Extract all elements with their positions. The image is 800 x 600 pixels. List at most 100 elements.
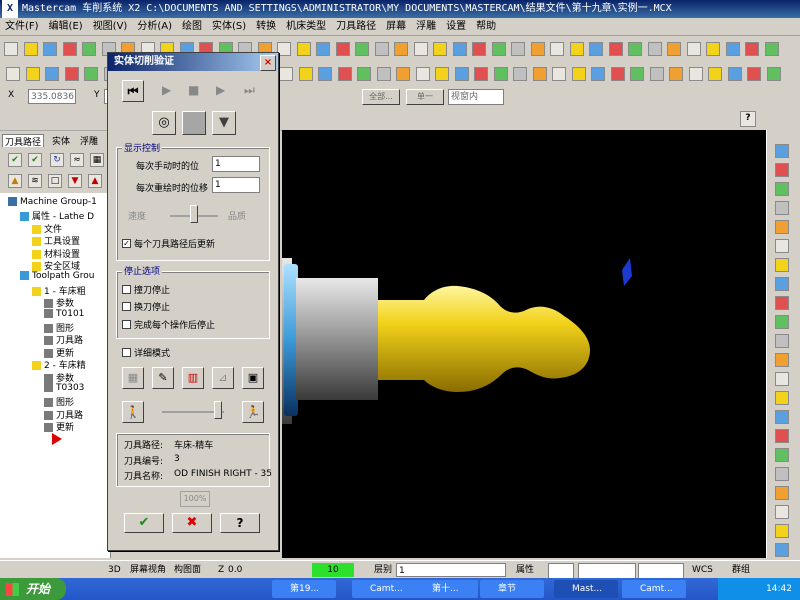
regenerate-icon[interactable]: ↻ xyxy=(50,153,64,167)
toolbar-main-19-icon[interactable] xyxy=(374,42,389,56)
right-toolbar-14-icon[interactable] xyxy=(775,410,789,424)
cancel-button[interactable]: ✖ xyxy=(172,513,212,533)
menu-item-1[interactable]: 编辑(E) xyxy=(44,18,88,35)
toolbar-main-23-icon[interactable] xyxy=(452,42,467,56)
toolbar-sketch-20-icon[interactable] xyxy=(396,67,410,81)
status-3d-button[interactable]: 3D xyxy=(108,563,121,577)
toolbar-sketch-26-icon[interactable] xyxy=(513,67,527,81)
stop-icon[interactable]: ■ xyxy=(188,83,199,97)
toolbar-sketch-2-icon[interactable] xyxy=(45,67,59,81)
toolbar-main-29-icon[interactable] xyxy=(569,42,584,56)
right-toolbar-2-icon[interactable] xyxy=(775,182,789,196)
toolbar-sketch-19-icon[interactable] xyxy=(376,67,391,81)
fast-run-icon[interactable]: 🏃 xyxy=(242,401,264,423)
status-construct-plane[interactable]: 构图面 xyxy=(174,563,201,577)
toolbar-main-15-icon[interactable] xyxy=(296,42,311,56)
menu-item-4[interactable]: 绘图 xyxy=(177,18,207,35)
menu-item-8[interactable]: 刀具路径 xyxy=(331,18,381,35)
toolbar-main-35-icon[interactable] xyxy=(686,42,701,56)
tree-item[interactable]: 刀具路 xyxy=(44,333,83,346)
toolbar-main-38-icon[interactable] xyxy=(745,42,759,56)
taskbar-task[interactable]: Mast... xyxy=(554,580,618,598)
taskbar-task[interactable]: Camt... xyxy=(622,580,686,598)
status-layer-value[interactable]: 1 xyxy=(396,563,506,577)
chart-icon[interactable]: ▥ xyxy=(182,367,204,389)
menu-item-10[interactable]: 浮雕 xyxy=(411,18,441,35)
toolbar-main-20-icon[interactable] xyxy=(394,42,408,56)
right-toolbar-10-icon[interactable] xyxy=(775,334,789,348)
toolbar-main-30-icon[interactable] xyxy=(589,42,603,56)
speed-slider-thumb[interactable] xyxy=(214,401,222,419)
status-color-value[interactable]: 10 xyxy=(312,563,354,577)
toolbar-main-0-icon[interactable] xyxy=(4,42,18,56)
taskbar-task[interactable]: 第十... xyxy=(414,580,478,598)
tree-item[interactable]: T0101 xyxy=(44,308,84,319)
toolbar-sketch-33-icon[interactable] xyxy=(649,67,664,81)
toolbar-main-1-icon[interactable] xyxy=(23,42,38,56)
toolbar-sketch-35-icon[interactable] xyxy=(688,67,703,81)
toolbar-sketch-4-icon[interactable] xyxy=(84,67,98,81)
tool-display-icon[interactable]: ◎ xyxy=(152,111,176,135)
help-icon[interactable]: ? xyxy=(740,111,756,127)
speed-quality-slider-thumb[interactable] xyxy=(190,205,198,223)
toolbar-main-32-icon[interactable] xyxy=(628,42,642,56)
toolbar-sketch-17-icon[interactable] xyxy=(337,67,352,81)
right-toolbar-16-icon[interactable] xyxy=(775,448,789,462)
select-single-button[interactable]: 单一 xyxy=(406,89,444,105)
select-all-ops-icon[interactable]: ✔ xyxy=(8,153,22,167)
holder-display-icon[interactable]: ▼ xyxy=(212,111,236,135)
toolbar-main-34-icon[interactable] xyxy=(667,42,681,56)
help-button[interactable]: ? xyxy=(220,513,260,533)
toolbar-sketch-32-icon[interactable] xyxy=(630,67,644,81)
toolbar-main-3-icon[interactable] xyxy=(62,42,77,56)
verify-icon[interactable]: ▦ xyxy=(90,153,104,167)
menu-item-3[interactable]: 分析(A) xyxy=(132,18,177,35)
toolbar-sketch-24-icon[interactable] xyxy=(474,67,488,81)
menu-item-0[interactable]: 文件(F) xyxy=(0,18,44,35)
toolbar-sketch-37-icon[interactable] xyxy=(727,67,742,81)
menu-item-12[interactable]: 帮助 xyxy=(471,18,501,35)
stop-collision-checkbox[interactable] xyxy=(122,285,131,294)
right-toolbar-8-icon[interactable] xyxy=(775,296,789,310)
toolbar-sketch-34-icon[interactable] xyxy=(669,67,683,81)
menu-item-7[interactable]: 机床类型 xyxy=(281,18,331,35)
toolbar-main-28-icon[interactable] xyxy=(550,42,564,56)
tree-item[interactable]: 刀具路 xyxy=(44,408,83,421)
toolbar-sketch-28-icon[interactable] xyxy=(552,67,566,81)
backplot-icon[interactable]: ≈ xyxy=(70,153,84,167)
measure-icon[interactable]: ✎ xyxy=(152,367,174,389)
taskbar-task[interactable]: Camt... xyxy=(352,580,416,598)
toolbar-sketch-1-icon[interactable] xyxy=(25,67,40,81)
tree-item[interactable]: Machine Group-1 xyxy=(8,197,97,207)
tree-item[interactable]: 图形 xyxy=(44,321,74,334)
toolbar-main-36-icon[interactable] xyxy=(706,42,720,56)
step-icon[interactable]: ▶ xyxy=(216,83,225,97)
toolbar-main-21-icon[interactable] xyxy=(413,42,428,56)
right-toolbar-13-icon[interactable] xyxy=(775,391,789,405)
right-toolbar-17-icon[interactable] xyxy=(775,467,789,481)
menu-item-9[interactable]: 屏幕 xyxy=(381,18,411,35)
line-width-select[interactable] xyxy=(638,563,684,579)
ok-button[interactable]: ✔ xyxy=(124,513,164,533)
toolbar-sketch-16-icon[interactable] xyxy=(318,67,332,81)
toolbar-sketch-22-icon[interactable] xyxy=(435,67,449,81)
status-group[interactable]: 群组 xyxy=(732,563,750,577)
toolbar-main-18-icon[interactable] xyxy=(355,42,369,56)
right-toolbar-12-icon[interactable] xyxy=(775,372,789,386)
toolbar-sketch-23-icon[interactable] xyxy=(454,67,469,81)
toolbar-main-33-icon[interactable] xyxy=(647,42,662,56)
fast-forward-icon[interactable]: ⏭ xyxy=(244,83,255,98)
right-toolbar-1-icon[interactable] xyxy=(775,163,789,177)
toolbar-main-17-icon[interactable] xyxy=(335,42,350,56)
menu-item-11[interactable]: 设置 xyxy=(441,18,471,35)
toolbar-sketch-25-icon[interactable] xyxy=(493,67,508,81)
toolbar-sketch-39-icon[interactable] xyxy=(766,67,781,81)
toolbar-sketch-0-icon[interactable] xyxy=(6,67,20,81)
toolbar-sketch-36-icon[interactable] xyxy=(708,67,722,81)
select-all-button[interactable]: 全部... xyxy=(362,89,400,105)
toolbar-sketch-29-icon[interactable] xyxy=(571,67,586,81)
taskbar-task[interactable]: 章节 xyxy=(480,580,544,598)
right-toolbar-18-icon[interactable] xyxy=(775,486,789,500)
stop-after-op-checkbox[interactable] xyxy=(122,320,131,329)
tree-item[interactable]: 更新 xyxy=(44,420,74,433)
